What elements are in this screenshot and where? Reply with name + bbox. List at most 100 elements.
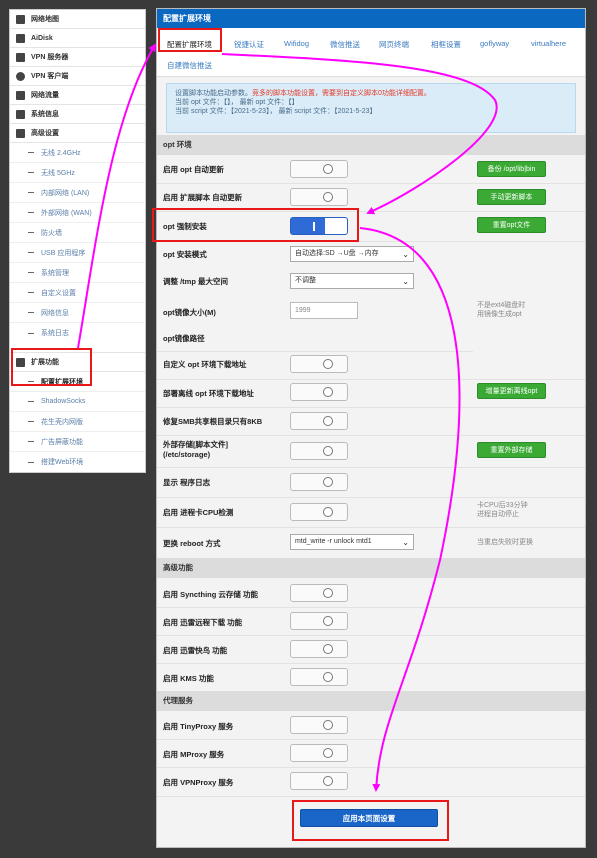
sidebar-sub-syslog[interactable]: 系统日志	[10, 323, 145, 343]
sidebar-sub-config-env[interactable]: 配置扩展环境	[10, 372, 145, 392]
toggle-off-side	[325, 218, 347, 234]
chevron-down-icon: ⌄	[402, 538, 409, 547]
label-tinyproxy: 启用 TinyProxy 服务	[163, 722, 234, 731]
dash-icon	[28, 212, 34, 213]
sidebar-sub-custom[interactable]: 自定义设置	[10, 283, 145, 303]
chevron-down-icon: ⌄	[402, 277, 409, 286]
sidebar-item-vpn-server[interactable]: VPN 服务器	[10, 48, 145, 67]
select-install-mode[interactable]: 自动选择:SD →U盘 →内存 ⌄	[290, 246, 414, 262]
input-image-size[interactable]: 1999	[290, 302, 358, 319]
label-syncthing: 启用 Syncthing 云存储 功能	[163, 590, 259, 599]
toggle-mproxy[interactable]	[290, 744, 348, 762]
label-vpnproxy: 启用 VPNProxy 服务	[163, 778, 234, 787]
sidebar-item-advanced[interactable]: 高级设置	[10, 124, 145, 143]
divider	[157, 635, 585, 636]
note-image: 不是ext4磁盘时 用镜像生成opt	[477, 302, 526, 318]
toggle-tinyproxy[interactable]	[290, 716, 348, 734]
dash-icon	[28, 332, 34, 334]
shuffle-icon	[16, 109, 25, 119]
tab-goflyway[interactable]: goflyway	[480, 39, 509, 48]
toggle-knob-icon	[323, 446, 333, 456]
divider	[157, 241, 585, 242]
info-box: 设置脚本功能启动参数。竞多的脚本功能设置，需要到自定义脚本0功能详细配置。 当前…	[166, 83, 576, 133]
vpn-client-icon	[16, 71, 25, 81]
sidebar-sub-web-env[interactable]: 搭建Web环境	[10, 452, 145, 472]
sidebar-sub-usb[interactable]: USB 应用程序	[10, 243, 145, 263]
tab-wechat-push[interactable]: 微信推送	[330, 39, 360, 50]
toggle-xunlei-download[interactable]	[290, 612, 348, 630]
divider	[157, 796, 585, 797]
toggle-show-log[interactable]	[290, 473, 348, 491]
toggle-fix-smb[interactable]	[290, 412, 348, 430]
info-line2: 当前 opt 文件：【】， 最新 opt 文件：【】	[175, 99, 299, 106]
label-ext-script-auto-update: 启用 扩展脚本 自动更新	[163, 193, 243, 202]
sidebar-sub-lan[interactable]: 内部网络 (LAN)	[10, 183, 145, 203]
toggle-deploy-offline-opt[interactable]	[290, 383, 348, 401]
label-deploy-offline-opt: 部署离线 opt 环境下载地址	[163, 389, 254, 398]
toggle-vpnproxy[interactable]	[290, 772, 348, 790]
sidebar-item-traffic[interactable]: 网络流量	[10, 86, 145, 105]
tab-virtualhere[interactable]: virtualhere	[531, 39, 566, 48]
divider	[157, 607, 585, 608]
sidebar-sub-wireless-24[interactable]: 无线 2.4GHz	[10, 143, 145, 163]
tab-config-env[interactable]: 配置扩展环境	[167, 39, 212, 50]
toggle-xunlei-kuainiao[interactable]	[290, 640, 348, 658]
label-external-storage: 外部存储[脚本文件] (/etc/storage)	[163, 440, 228, 459]
sidebar-item-network-map[interactable]: 网络地图	[10, 10, 145, 29]
sidebar-item-vpn-client[interactable]: VPN 客户端	[10, 67, 145, 86]
toggle-knob-icon	[323, 616, 333, 626]
tab-wifidog[interactable]: Wifidog	[284, 39, 309, 48]
tab-ruijie[interactable]: 锐捷认证	[234, 39, 264, 50]
select-tmp-size[interactable]: 不调整 ⌄	[290, 273, 414, 289]
toggle-external-storage[interactable]	[290, 442, 348, 460]
sidebar-item-aidisk[interactable]: AiDisk	[10, 29, 145, 48]
home-icon	[16, 14, 25, 24]
toggle-knob-icon	[323, 192, 333, 202]
backup-opt-button[interactable]: 备份 /opt/lib|bin	[477, 161, 546, 177]
toggle-knob-icon	[323, 748, 333, 758]
sidebar-sub-wireless-5[interactable]: 无线 5GHz	[10, 163, 145, 183]
label-opt-force-install: opt 强制安装	[163, 222, 207, 231]
toggle-knob-icon	[323, 776, 333, 786]
label-opt-image-size: opt镜像大小(M)	[163, 308, 216, 317]
manual-update-script-button[interactable]: 手动更新脚本	[477, 189, 546, 205]
dash-icon	[28, 421, 34, 422]
sidebar-sub-adblock[interactable]: 广告屏蔽功能	[10, 432, 145, 452]
toggle-kms[interactable]	[290, 668, 348, 686]
sidebar: 网络地图 AiDisk VPN 服务器 VPN 客户端 网络流量 系统信息 高级…	[9, 9, 146, 473]
sidebar-sub-oray[interactable]: 花生壳内网版	[10, 412, 145, 432]
sidebar-sub-admin[interactable]: 系统管理	[10, 263, 145, 283]
label-tmp-size: 调整 /tmp 最大空间	[163, 277, 228, 286]
toggle-custom-opt-url[interactable]	[290, 355, 348, 373]
dash-icon	[28, 312, 34, 313]
toggle-opt-auto-update[interactable]	[290, 160, 348, 178]
toggle-syncthing[interactable]	[290, 584, 348, 602]
label-cpu-check: 启用 进程卡CPU检测	[163, 508, 234, 517]
toggle-opt-force-install[interactable]	[290, 217, 348, 235]
sidebar-sub-firewall[interactable]: 防火墙	[10, 223, 145, 243]
tab-self-wechat-push[interactable]: 自建微信推送	[167, 60, 212, 71]
select-reboot-mode[interactable]: mtd_write -r unlock mtd1 ⌄	[290, 534, 414, 550]
tab-web-terminal[interactable]: 网页终端	[379, 39, 409, 50]
note-cpu: 卡CPU后33分钟 进程自动停止	[477, 502, 528, 518]
divider	[157, 467, 585, 468]
divider	[157, 407, 585, 408]
reset-opt-button[interactable]: 重置opt文件	[477, 217, 546, 233]
tab-photo-frame[interactable]: 相框设置	[431, 39, 461, 50]
toggle-ext-script-auto-update[interactable]	[290, 188, 348, 206]
traffic-icon	[16, 90, 25, 100]
apply-button[interactable]: 应用本页面设置	[300, 809, 438, 827]
toggle-cpu-check[interactable]	[290, 503, 348, 521]
sidebar-item-system-info[interactable]: 系统信息	[10, 105, 145, 124]
info-line1a: 设置脚本功能启动参数。	[175, 90, 252, 97]
sidebar-sub-wan[interactable]: 外部网络 (WAN)	[10, 203, 145, 223]
sidebar-item-extensions[interactable]: 扩展功能	[10, 353, 145, 372]
section-proxy: 代理服务	[157, 691, 585, 711]
sidebar-sub-shadowsocks[interactable]: ShadowSocks	[10, 392, 145, 412]
toggle-knob-icon	[323, 477, 333, 487]
sidebar-sub-netinfo[interactable]: 网络信息	[10, 303, 145, 323]
label-reboot-mode: 更换 reboot 方式	[163, 539, 221, 548]
toggle-knob-icon	[323, 507, 333, 517]
incremental-offline-opt-button[interactable]: 增量更新离线opt	[477, 383, 546, 399]
reset-external-storage-button[interactable]: 重置外部存储	[477, 442, 546, 458]
